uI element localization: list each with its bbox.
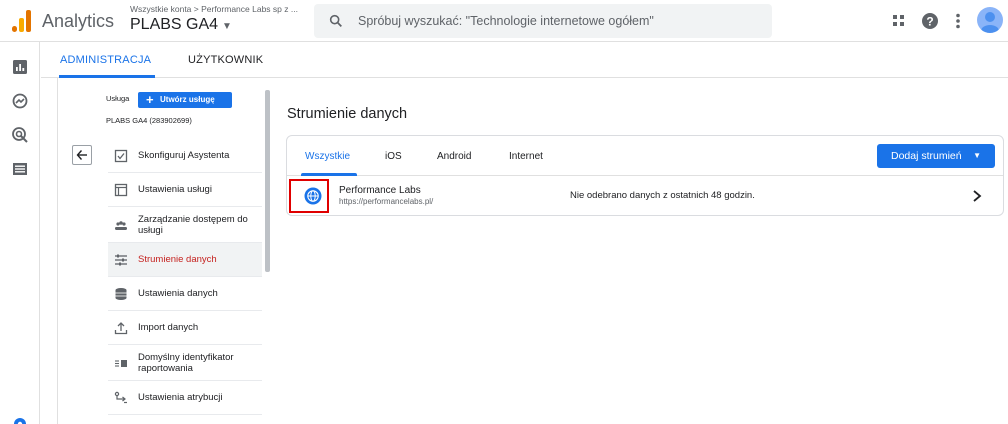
database-icon [115, 287, 127, 300]
nav-item-reporting-identity[interactable]: Domyślny identyfikator raportowania [108, 345, 262, 381]
search-input[interactable] [358, 12, 758, 30]
data-streams-icon [115, 254, 127, 265]
nav-item-data-settings[interactable]: Ustawienia danych [108, 277, 262, 311]
account-breadcrumb: Wszystkie konta > Performance Labs sp z … [130, 4, 298, 14]
search-icon [329, 14, 342, 27]
search-bar[interactable] [314, 4, 772, 38]
data-streams-card: Wszystkie iOS Android Internet Dodaj str… [286, 135, 1004, 216]
property-id: PLABS GA4 (283902699) [106, 116, 192, 125]
nav-item-data-streams[interactable]: Strumienie danych [108, 243, 262, 277]
nav-item-data-import[interactable]: Import danych [108, 311, 262, 345]
explore-icon[interactable] [11, 92, 29, 110]
tab-ios[interactable]: iOS [385, 151, 402, 162]
more-vert-icon[interactable] [948, 11, 968, 31]
nav-item-label: Ustawienia atrybucji [138, 392, 223, 403]
nav-scrollbar[interactable] [265, 90, 270, 272]
analytics-logo-icon[interactable] [12, 8, 32, 32]
account-property-picker[interactable]: Wszystkie konta > Performance Labs sp z … [130, 4, 298, 34]
nav-item-label: Domyślny identyfikator raportowania [138, 351, 234, 374]
property-label: Usługa [106, 94, 130, 103]
stream-status: Nie odebrano danych z ostatnich 48 godzi… [570, 190, 755, 201]
create-property-label: Utwórz usługę [160, 95, 215, 104]
web-globe-icon [304, 187, 322, 205]
caret-down-icon: ▼ [222, 21, 232, 32]
stream-name: Performance Labs [339, 185, 421, 196]
chevron-right-icon[interactable] [971, 189, 983, 203]
property-settings-icon [114, 183, 128, 196]
configure-icon[interactable] [11, 160, 29, 178]
caret-down-icon: ▼ [973, 151, 981, 160]
stream-url: https://performancelabs.pl/ [339, 197, 434, 206]
add-stream-label: Dodaj strumień [891, 150, 962, 162]
page-title: Strumienie danych [287, 106, 408, 122]
tab-all[interactable]: Wszystkie [305, 151, 350, 162]
nav-item-label: Import danych [138, 322, 199, 333]
reports-icon[interactable] [11, 58, 29, 76]
app-name: Analytics [42, 11, 115, 31]
account-avatar[interactable] [977, 7, 1003, 33]
apps-grid-icon[interactable] [889, 11, 909, 31]
stream-row[interactable]: Performance Labs https://performancelabs… [287, 177, 1003, 216]
top-app-bar: Analytics Wszystkie konta > Performance … [0, 0, 1008, 42]
tab-administracja[interactable]: ADMINISTRACJA [60, 54, 151, 66]
stream-type-tabs: Wszystkie iOS Android Internet Dodaj str… [287, 136, 1003, 176]
nav-item-label: Ustawienia danych [138, 288, 218, 299]
help-icon[interactable]: ? [920, 11, 940, 31]
admin-gear-icon[interactable] [12, 414, 28, 424]
nav-item-label: Skonfiguruj Asystenta [138, 150, 230, 161]
tab-internet[interactable]: Internet [509, 151, 543, 162]
attribution-icon [114, 391, 127, 403]
admin-tabs: ADMINISTRACJA UŻYTKOWNIK [41, 42, 1008, 78]
add-stream-button[interactable]: Dodaj strumień ▼ [877, 144, 995, 168]
svg-text:?: ? [926, 15, 933, 29]
plus-icon: + [146, 92, 154, 107]
nav-item-label: Zarządzanie dostępem do usługi [138, 213, 248, 236]
nav-item-label: Ustawienia usługi [138, 184, 212, 195]
people-icon [115, 220, 127, 230]
reporting-id-icon [115, 359, 127, 367]
nav-item-property-settings[interactable]: Ustawienia usługi [108, 173, 262, 207]
left-rail [0, 42, 40, 424]
back-button[interactable] [72, 145, 92, 165]
property-selector[interactable]: PLABS GA4 ▼ [130, 16, 298, 34]
advertising-icon[interactable] [11, 126, 29, 144]
upload-icon [114, 321, 128, 334]
nav-item-setup-assistant[interactable]: Skonfiguruj Asystenta [108, 139, 262, 173]
create-property-button[interactable]: + Utwórz usługę [138, 92, 232, 108]
property-nav-list: Skonfiguruj Asystenta Ustawienia usługi … [108, 139, 262, 415]
nav-item-label: Strumienie danych [138, 254, 217, 265]
checkbox-icon [114, 149, 128, 162]
nav-item-access-management[interactable]: Zarządzanie dostępem do usługi [108, 207, 262, 243]
active-stream-tab-indicator [301, 173, 357, 176]
nav-item-attribution-settings[interactable]: Ustawienia atrybucji [108, 381, 262, 415]
property-name: PLABS GA4 [130, 16, 219, 33]
tab-uzytkownik[interactable]: UŻYTKOWNIK [188, 54, 263, 66]
arrow-back-icon [76, 150, 87, 160]
tab-android[interactable]: Android [437, 151, 471, 162]
property-nav-panel: Usługa + Utwórz usługę PLABS GA4 (2839026… [57, 78, 271, 424]
